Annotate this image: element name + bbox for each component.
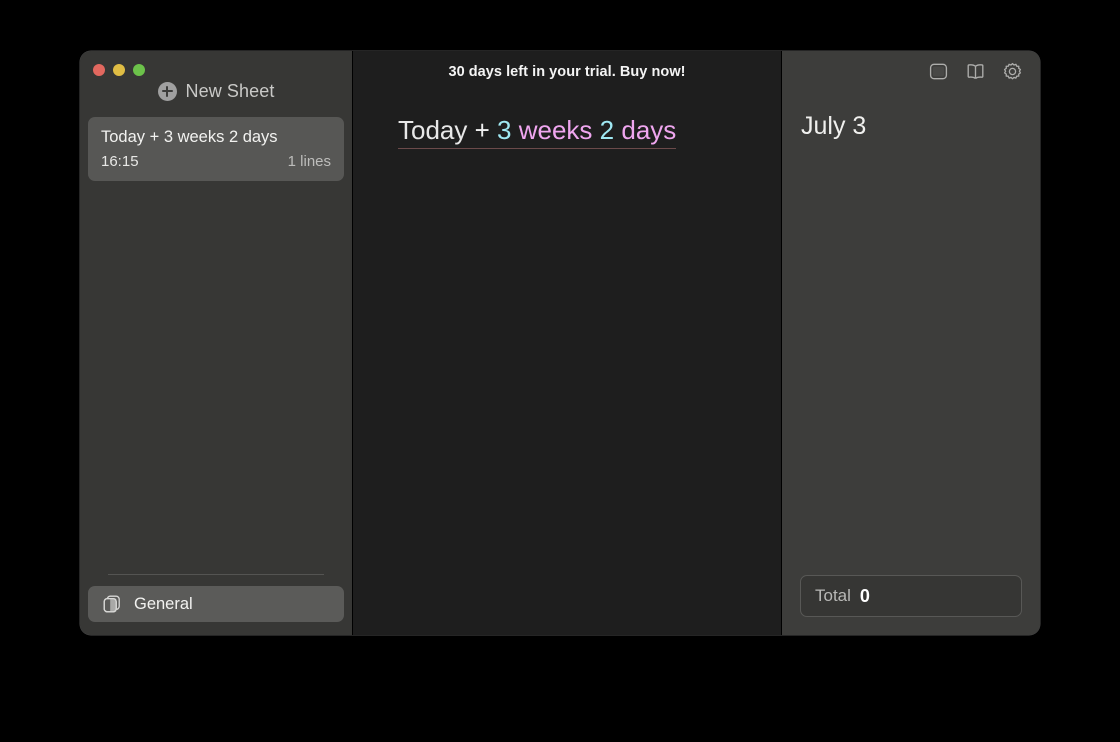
sidebar-toggle-icon[interactable]	[928, 61, 949, 82]
minimize-button[interactable]	[113, 64, 125, 76]
expression-line[interactable]: Today + 3 weeks 2 days	[398, 115, 677, 150]
token-space-1	[512, 115, 519, 145]
sidebar: New Sheet Today + 3 weeks 2 days 16:15 1…	[80, 51, 353, 635]
token-space-2	[592, 115, 599, 145]
trial-banner-label: 30 days left in your trial. Buy now!	[448, 63, 686, 80]
trial-banner[interactable]: 30 days left in your trial. Buy now!	[353, 51, 781, 92]
total-box[interactable]: Total 0	[800, 575, 1022, 617]
editor-panel: 30 days left in your trial. Buy now! Tod…	[353, 51, 782, 635]
token-number-2: 2	[599, 115, 615, 145]
plus-circle-icon	[157, 81, 177, 101]
token-unit-weeks: weeks	[518, 115, 593, 145]
book-icon[interactable]	[965, 61, 986, 82]
list-item[interactable]: Today + 3 weeks 2 days 16:15 1 lines	[88, 117, 344, 181]
gear-icon[interactable]	[1002, 61, 1023, 82]
app-window: New Sheet Today + 3 weeks 2 days 16:15 1…	[80, 51, 1040, 635]
new-sheet-button[interactable]: New Sheet	[80, 51, 352, 117]
result-value[interactable]: July 3	[801, 112, 1040, 141]
maximize-button[interactable]	[133, 64, 145, 76]
close-button[interactable]	[93, 64, 105, 76]
results-list: July 3	[782, 92, 1040, 575]
sidebar-item-label: General	[134, 594, 193, 613]
results-footer: Total 0	[782, 575, 1040, 635]
sheet-title: Today + 3 weeks 2 days	[101, 128, 278, 146]
total-value: 0	[859, 585, 870, 606]
results-toolbar	[782, 51, 1040, 92]
sidebar-item-general[interactable]: General	[88, 586, 344, 622]
total-label: Total	[815, 586, 851, 605]
sheet-line-count: 1 lines	[287, 152, 331, 170]
sheet-list: Today + 3 weeks 2 days 16:15 1 lines	[80, 117, 352, 574]
token-number-3: 3	[497, 115, 512, 145]
token-today: Today	[398, 115, 468, 145]
screen: New Sheet Today + 3 weeks 2 days 16:15 1…	[0, 0, 1120, 742]
sheet-meta: 16:15 1 lines	[101, 153, 331, 170]
sidebar-footer: General	[80, 574, 352, 635]
token-operator: +	[467, 115, 498, 145]
expression-area[interactable]: Today + 3 weeks 2 days	[353, 92, 781, 635]
stacked-sheets-icon	[101, 593, 123, 615]
divider	[108, 574, 324, 575]
window-controls	[93, 64, 145, 76]
results-panel: July 3 Total 0	[782, 51, 1040, 635]
token-unit-days: days	[621, 115, 677, 145]
new-sheet-label: New Sheet	[185, 80, 275, 101]
sheet-timestamp: 16:15	[101, 152, 139, 170]
